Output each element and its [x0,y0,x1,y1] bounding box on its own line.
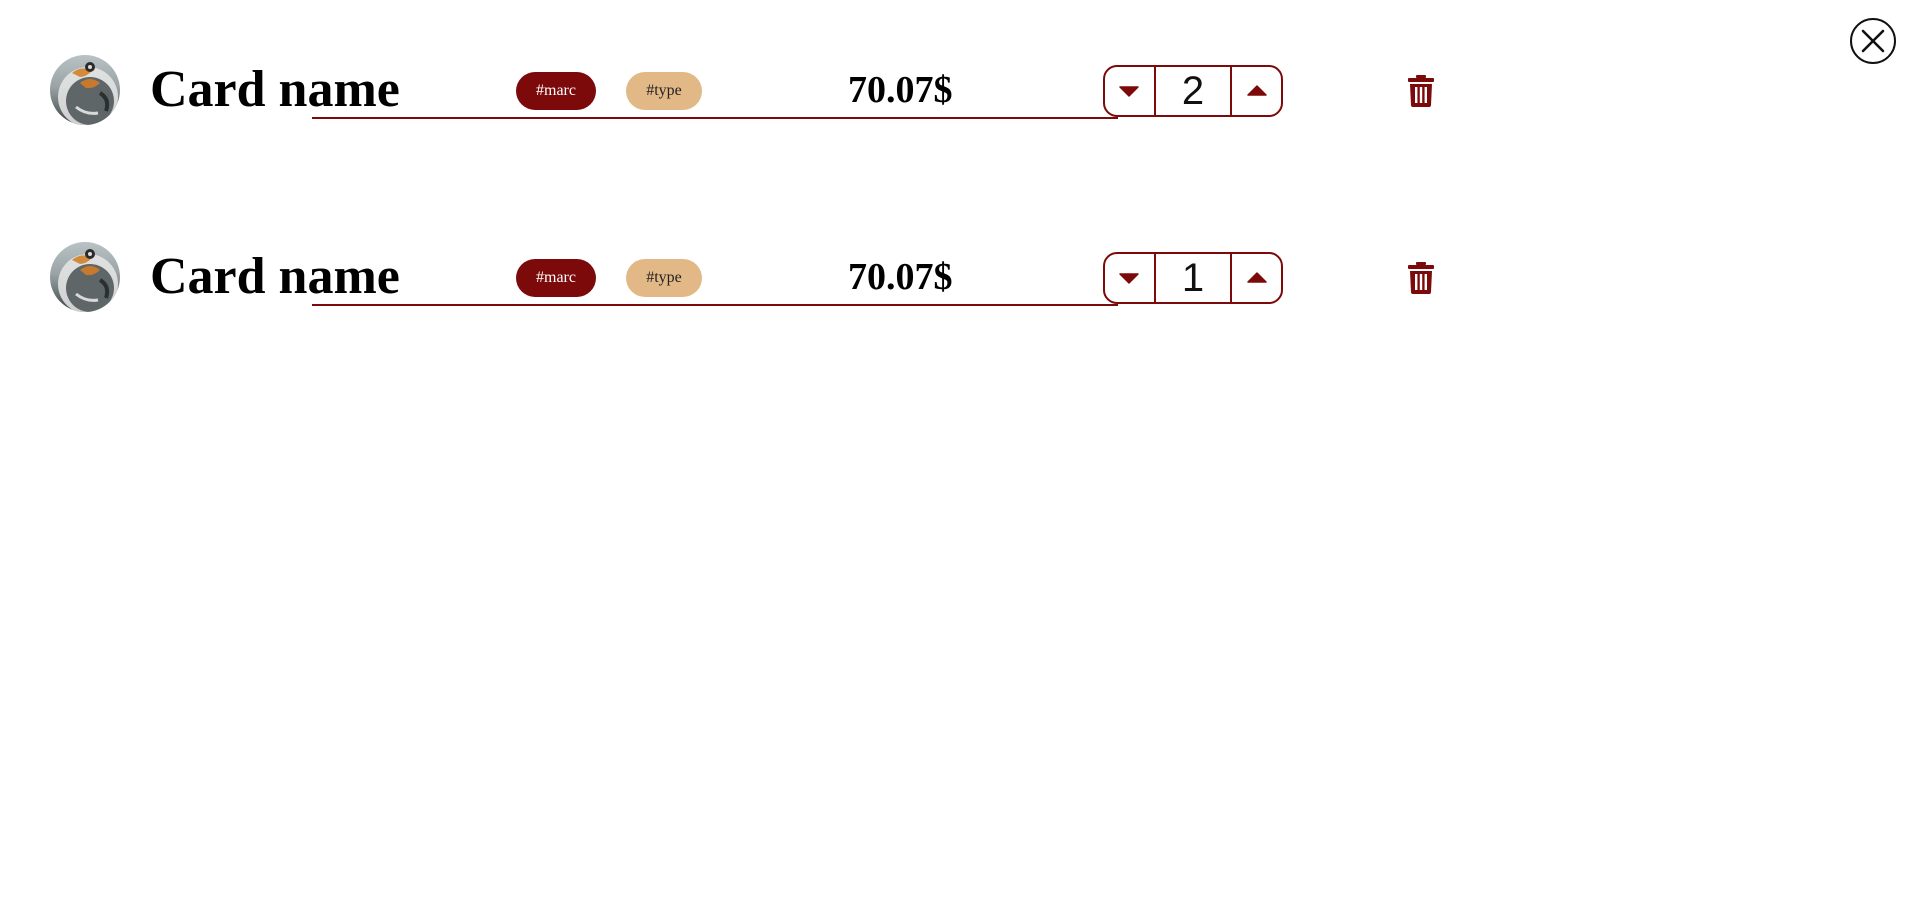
decrement-button[interactable] [1105,67,1154,115]
caret-down-icon [1119,273,1140,284]
quantity-value[interactable]: 2 [1153,67,1233,115]
tag-type[interactable]: #type [626,72,702,110]
caret-up-icon [1246,272,1267,283]
quantity-value[interactable]: 1 [1153,254,1233,302]
tag-type[interactable]: #type [626,259,702,297]
product-thumbnail [50,242,120,312]
tag-marc[interactable]: #marc [516,259,596,297]
delete-button[interactable] [1407,262,1435,294]
close-button[interactable] [1850,18,1896,64]
quantity-stepper: 2 [1103,65,1283,117]
quantity-stepper: 1 [1103,252,1283,304]
row-divider [312,304,1118,306]
cart-item: Card name #marc #type 70.07$ 1 [0,233,1500,323]
product-thumbnail [50,55,120,125]
caret-up-icon [1246,85,1267,96]
decrement-button[interactable] [1105,254,1154,302]
cart-item: Card name #marc #type 70.07$ 2 [0,46,1500,136]
trash-icon [1408,75,1434,107]
close-icon [1861,29,1885,53]
trash-icon [1408,262,1434,294]
delete-button[interactable] [1407,75,1435,107]
price: 70.07$ [848,256,953,298]
card-name: Card name [150,61,400,118]
row-divider [312,117,1118,119]
tag-marc[interactable]: #marc [516,72,596,110]
price: 70.07$ [848,69,953,111]
increment-button[interactable] [1232,254,1281,302]
caret-down-icon [1119,86,1140,97]
increment-button[interactable] [1232,67,1281,115]
card-name: Card name [150,248,400,305]
